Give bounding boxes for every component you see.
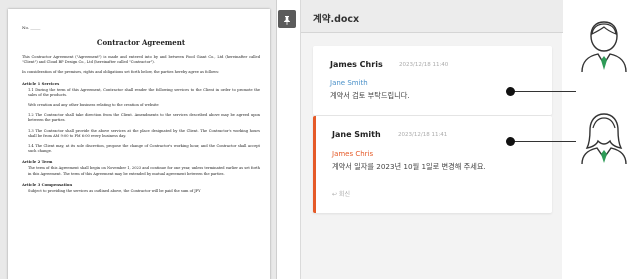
document-paragraph: In consideration of the premises, rights… bbox=[22, 70, 220, 75]
comment-text: 계약서 일자를 2023년 10월 1일로 변경해 주세요. bbox=[332, 162, 486, 171]
comment-author: Jane Smith bbox=[332, 130, 381, 139]
pointer-line bbox=[510, 91, 576, 92]
pin-icon bbox=[282, 10, 292, 29]
article-clause: 1.2 The Contractor shall take direction … bbox=[28, 113, 260, 123]
comment-timestamp: 2023/12/18 11:40 bbox=[399, 62, 449, 68]
comment-mention[interactable]: Jane Smith bbox=[330, 79, 368, 87]
article-heading: Article 1 Services bbox=[22, 80, 60, 86]
article-heading: Article 3 Compensation bbox=[22, 181, 73, 187]
comment-timestamp: 2023/12/18 11:41 bbox=[398, 132, 448, 138]
comment-card-active[interactable]: Jane Smith 2023/12/18 11:41 James Chris … bbox=[313, 116, 552, 213]
reply-button[interactable]: ↩ 회신 bbox=[332, 189, 350, 198]
article-clause: The term of this Agreement shall begin o… bbox=[28, 166, 260, 176]
pin-button[interactable] bbox=[278, 10, 296, 28]
comment-text: 계약서 검토 부탁드립니다. bbox=[330, 91, 410, 100]
document-number: No. _____ bbox=[22, 25, 41, 30]
document-title: Contractor Agreement bbox=[96, 38, 186, 47]
document-paragraph: This Contractor Agreement ("Agreement") … bbox=[22, 55, 260, 65]
comment-author: James Chris bbox=[330, 60, 383, 69]
comments-panel: 계약.docx James Chris 2023/12/18 11:40 Jan… bbox=[300, 0, 563, 279]
comment-card[interactable]: James Chris 2023/12/18 11:40 Jane Smith … bbox=[313, 46, 552, 115]
article-clause: 1.1 During the term of this Agreement, C… bbox=[28, 87, 260, 97]
article-clause: Web creation and any other business rela… bbox=[28, 103, 159, 108]
pane-divider[interactable] bbox=[276, 0, 277, 279]
pointer-line bbox=[510, 141, 576, 142]
panel-title: 계약.docx bbox=[313, 14, 360, 25]
article-clause: 1.3 The Contractor shall provide the abo… bbox=[28, 128, 260, 138]
document-page: No. _____ Contractor Agreement This Cont… bbox=[8, 9, 270, 279]
pointer-dot bbox=[506, 87, 515, 96]
article-clause: 1.4 The Client may, at its sole discreti… bbox=[28, 144, 260, 154]
user-avatar-male bbox=[580, 18, 628, 73]
pointer-dot bbox=[506, 137, 515, 146]
document-viewer[interactable]: No. _____ Contractor Agreement This Cont… bbox=[0, 0, 276, 279]
comment-mention[interactable]: James Chris bbox=[332, 150, 373, 158]
article-heading: Article 2 Term bbox=[22, 159, 53, 165]
user-avatar-female bbox=[580, 110, 628, 165]
article-clause: Subject to providing the services as out… bbox=[28, 188, 201, 193]
panel-header: 계약.docx bbox=[301, 0, 563, 33]
